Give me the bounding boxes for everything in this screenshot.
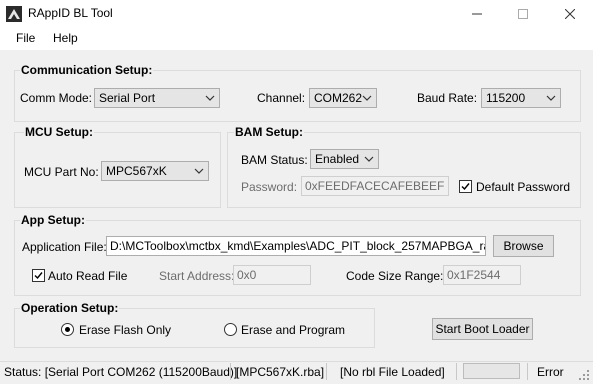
menu-help[interactable]: Help xyxy=(53,31,78,45)
radio-selected-dot xyxy=(65,327,70,332)
default-password-checkbox[interactable] xyxy=(459,180,472,193)
application-file-label: Application File: xyxy=(22,240,107,254)
menu-file[interactable]: File xyxy=(16,31,35,45)
password-label: Password: xyxy=(241,180,298,194)
resize-grip-icon[interactable] xyxy=(578,369,590,381)
bam-setup-group xyxy=(227,132,581,208)
status-separator xyxy=(456,363,457,380)
close-icon[interactable] xyxy=(547,0,593,28)
mcu-part-select[interactable]: MPC567xK xyxy=(101,161,209,181)
code-size-range-field[interactable]: 0x1F2544 xyxy=(443,265,521,285)
channel-value: COM262 xyxy=(314,91,363,105)
minimize-icon[interactable] xyxy=(454,0,500,28)
status-separator xyxy=(230,363,231,380)
status-connection: Status: [Serial Port COM262 (115200Baud)… xyxy=(4,365,238,379)
checkmark-icon xyxy=(461,183,470,191)
mcu-setup-title: MCU Setup: xyxy=(24,125,94,139)
mcu-part-value: MPC567xK xyxy=(106,164,167,178)
chevron-down-icon xyxy=(205,95,215,101)
chevron-down-icon xyxy=(546,95,556,101)
browse-button[interactable]: Browse xyxy=(493,235,554,257)
chevron-down-icon xyxy=(194,168,204,174)
erase-flash-only-label: Erase Flash Only xyxy=(79,323,172,337)
chevron-down-icon xyxy=(362,95,372,101)
channel-label: Channel: xyxy=(257,91,306,105)
comm-mode-value: Serial Port xyxy=(99,91,156,105)
window-title: RAppID BL Tool xyxy=(28,6,113,20)
progress-indicator xyxy=(463,363,520,379)
bam-setup-title: BAM Setup: xyxy=(234,125,304,139)
checkmark-icon xyxy=(34,272,43,280)
application-file-field[interactable]: D:\MCToolbox\mctbx_kmd\Examples\ADC_PIT_… xyxy=(106,236,486,256)
start-address-field[interactable]: 0x0 xyxy=(233,265,311,285)
default-password-label: Default Password xyxy=(476,180,571,194)
start-boot-loader-button[interactable]: Start Boot Loader xyxy=(432,318,533,340)
erase-flash-only-radio[interactable] xyxy=(61,323,74,336)
status-mcu-file: [MPC567xK.rba] xyxy=(236,365,325,379)
mcu-part-label: MCU Part No: xyxy=(24,165,99,179)
menu-bar xyxy=(0,28,593,51)
erase-and-program-radio[interactable] xyxy=(224,323,237,336)
status-separator xyxy=(527,363,528,380)
auto-read-file-label: Auto Read File xyxy=(48,269,128,283)
password-field[interactable]: 0xFEEDFACECAFEBEEF xyxy=(301,176,449,196)
start-address-label: Start Address: xyxy=(159,269,235,283)
app-setup-title: App Setup: xyxy=(20,213,86,227)
chevron-down-icon xyxy=(364,156,374,162)
baud-rate-label: Baud Rate: xyxy=(417,91,478,105)
status-rbl-file: [No rbl File Loaded] xyxy=(340,365,445,379)
communication-setup-title: Communication Setup: xyxy=(20,63,154,77)
erase-and-program-label: Erase and Program xyxy=(241,323,346,337)
bam-status-label: BAM Status: xyxy=(241,153,308,167)
app-logo-icon xyxy=(6,6,22,22)
comm-mode-select[interactable]: Serial Port xyxy=(94,88,220,108)
code-size-range-label: Code Size Range: xyxy=(346,269,444,283)
status-error: Error xyxy=(537,365,564,379)
channel-select[interactable]: COM262 xyxy=(309,88,377,108)
status-separator xyxy=(326,363,327,380)
maximize-icon[interactable] xyxy=(500,0,546,28)
baud-rate-value: 115200 xyxy=(486,91,526,105)
baud-rate-select[interactable]: 115200 xyxy=(481,88,561,108)
bam-status-select[interactable]: Enabled xyxy=(310,149,379,169)
operation-setup-title: Operation Setup: xyxy=(20,301,120,315)
comm-mode-label: Comm Mode: xyxy=(20,91,93,105)
bam-status-value: Enabled xyxy=(315,152,360,166)
auto-read-file-checkbox[interactable] xyxy=(32,269,45,282)
